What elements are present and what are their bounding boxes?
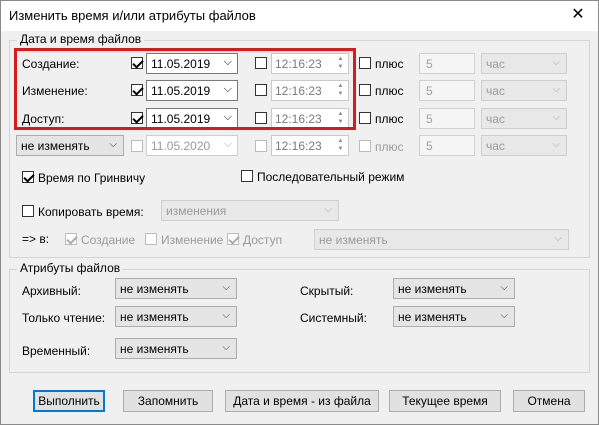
chevron-down-icon: ⌵ xyxy=(552,57,560,68)
copy-source-value: изменения xyxy=(166,204,227,218)
access-plus-checkbox[interactable] xyxy=(359,112,371,124)
hidden-label: Скрытый: xyxy=(300,284,354,298)
creation-unit-select[interactable]: час ⌵ xyxy=(481,53,567,74)
creation-unit-value: час xyxy=(486,57,505,71)
extra-date-value: 11.05.2020 xyxy=(151,139,211,153)
from-file-button[interactable]: Дата и время - из файла xyxy=(225,390,379,412)
extra-time-value: 12:16:23 xyxy=(275,139,322,153)
creation-plus-checkbox[interactable] xyxy=(359,57,371,69)
archive-value: не изменять xyxy=(120,282,189,296)
chevron-down-icon: ⌵ xyxy=(222,310,230,321)
modify-offset-input[interactable]: 5 xyxy=(419,80,475,101)
system-value: не изменять xyxy=(398,310,467,324)
temporary-label: Временный: xyxy=(22,344,91,358)
datetime-group-label: Дата и время файлов xyxy=(17,32,145,46)
chevron-down-icon: ⌵ xyxy=(552,84,560,95)
archive-select[interactable]: не изменять ⌵ xyxy=(115,278,237,299)
copy-target-value: не изменять xyxy=(319,233,388,247)
copy-time-label: Копировать время: xyxy=(38,205,144,219)
extra-offset-input[interactable]: 5 xyxy=(419,135,475,156)
chevron-down-icon: ⌵ xyxy=(500,282,508,293)
to-creation-label: Создание xyxy=(81,233,136,247)
chevron-down-icon: ⌵ xyxy=(109,139,117,150)
window-title: Изменить время и/или атрибуты файлов xyxy=(9,8,256,23)
gmt-checkbox[interactable] xyxy=(22,171,34,183)
creation-offset-value: 5 xyxy=(426,57,433,71)
extra-plus-label: плюс xyxy=(375,140,404,154)
chevron-down-icon: ⌵ xyxy=(554,233,562,244)
copy-time-checkbox[interactable] xyxy=(22,205,34,217)
access-unit-value: час xyxy=(486,112,505,126)
chevron-down-icon: ⌵ xyxy=(500,310,508,321)
chevron-down-icon: ⌵ xyxy=(223,138,232,150)
copy-target-select[interactable]: не изменять ⌵ xyxy=(314,229,569,250)
temporary-select[interactable]: не изменять ⌵ xyxy=(115,338,237,359)
modify-plus-checkbox[interactable] xyxy=(359,84,371,96)
extra-plus-checkbox[interactable] xyxy=(359,140,371,152)
chevron-down-icon: ⌵ xyxy=(552,112,560,123)
access-plus-label: плюс xyxy=(375,112,404,126)
to-modify-label: Изменение xyxy=(161,233,224,247)
archive-label: Архивный: xyxy=(22,284,81,298)
cancel-button[interactable]: Отмена xyxy=(513,390,585,412)
temporary-value: не изменять xyxy=(120,342,189,356)
run-button[interactable]: Выполнить xyxy=(33,390,105,412)
time-spinner[interactable]: ▲ ▼ xyxy=(334,137,347,154)
extra-unit-select[interactable]: час ⌵ xyxy=(481,135,567,156)
to-creation-checkbox[interactable] xyxy=(65,233,77,245)
chevron-down-icon: ⌵ xyxy=(324,204,332,215)
access-offset-value: 5 xyxy=(426,112,433,126)
remember-button[interactable]: Запомнить xyxy=(123,390,213,412)
access-unit-select[interactable]: час ⌵ xyxy=(481,108,567,129)
modify-plus-label: плюс xyxy=(375,84,404,98)
close-icon[interactable]: ✕ xyxy=(568,5,588,25)
spin-down-icon[interactable]: ▼ xyxy=(334,145,347,153)
extra-date-checkbox[interactable] xyxy=(131,140,143,152)
spin-up-icon[interactable]: ▲ xyxy=(334,137,347,145)
extra-mode-value: не изменять xyxy=(21,139,90,153)
modify-offset-value: 5 xyxy=(426,84,433,98)
extra-offset-value: 5 xyxy=(426,139,433,153)
readonly-select[interactable]: не изменять ⌵ xyxy=(115,306,237,327)
creation-plus-label: плюс xyxy=(375,57,404,71)
chevron-down-icon: ⌵ xyxy=(222,282,230,293)
extra-time-checkbox[interactable] xyxy=(255,140,267,152)
extra-unit-value: час xyxy=(486,139,505,153)
readonly-value: не изменять xyxy=(120,310,189,324)
to-access-label: Доступ xyxy=(243,233,283,247)
gmt-label: Время по Гринвичу xyxy=(38,171,146,185)
copy-target-label: => в: xyxy=(22,232,50,246)
creation-offset-input[interactable]: 5 xyxy=(419,53,475,74)
modify-unit-select[interactable]: час ⌵ xyxy=(481,80,567,101)
sequential-label: Последовательный режим xyxy=(257,170,405,184)
extra-date-picker[interactable]: 11.05.2020 ⌵ xyxy=(146,135,238,156)
to-modify-checkbox[interactable] xyxy=(145,233,157,245)
extra-mode-select[interactable]: не изменять ⌵ xyxy=(16,135,124,156)
readonly-label: Только чтение: xyxy=(22,311,106,325)
access-offset-input[interactable]: 5 xyxy=(419,108,475,129)
current-time-button[interactable]: Текущее время xyxy=(389,390,501,412)
dialog-window: Изменить время и/или атрибуты файлов ✕ Д… xyxy=(0,0,599,425)
system-label: Системный: xyxy=(300,311,367,325)
attributes-group-label: Атрибуты файлов xyxy=(17,261,124,275)
title-bar: Изменить время и/или атрибуты файлов ✕ xyxy=(1,1,598,31)
modify-unit-value: час xyxy=(486,84,505,98)
system-select[interactable]: не изменять ⌵ xyxy=(393,306,515,327)
hidden-select[interactable]: не изменять ⌵ xyxy=(393,278,515,299)
chevron-down-icon: ⌵ xyxy=(552,139,560,150)
highlight-frame xyxy=(14,48,356,130)
chevron-down-icon: ⌵ xyxy=(222,342,230,353)
sequential-checkbox[interactable] xyxy=(241,170,253,182)
hidden-value: не изменять xyxy=(398,282,467,296)
extra-time-field[interactable]: 12:16:23 ▲ ▼ xyxy=(271,135,349,156)
to-access-checkbox[interactable] xyxy=(227,233,239,245)
copy-source-select[interactable]: изменения ⌵ xyxy=(161,200,339,221)
